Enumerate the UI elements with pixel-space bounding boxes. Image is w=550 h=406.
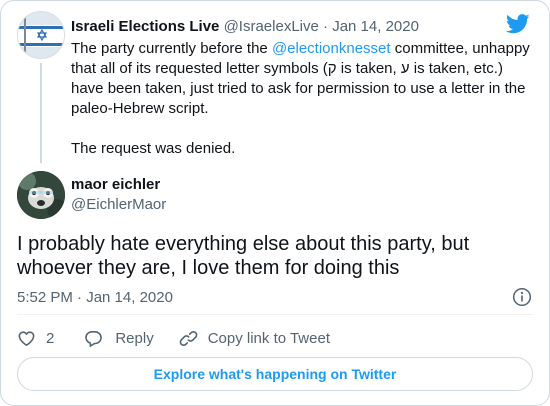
dog-photo-avatar[interactable] bbox=[17, 171, 65, 219]
parent-tweet-text: The party currently before the @election… bbox=[71, 39, 531, 159]
copy-link-label: Copy link to Tweet bbox=[207, 329, 330, 347]
parent-handle[interactable]: @IsraelexLive bbox=[224, 18, 319, 35]
thread-connector-line bbox=[40, 63, 42, 163]
parent-display-name[interactable]: Israeli Elections Live bbox=[71, 18, 219, 35]
reply-button[interactable]: Reply bbox=[84, 329, 154, 348]
author-handle[interactable]: @EichlerMaor bbox=[71, 195, 166, 214]
israeli-flag-avatar[interactable] bbox=[17, 11, 65, 59]
like-button[interactable]: 2 bbox=[17, 329, 54, 348]
tweet-actions: 2 Reply Copy link to Tweet bbox=[17, 327, 330, 349]
parent-tweet-header: Israeli Elections Live @IsraelexLive · J… bbox=[71, 17, 419, 37]
heart-icon bbox=[18, 330, 35, 346]
copy-link-button[interactable]: Copy link to Tweet bbox=[179, 329, 330, 348]
like-count: 2 bbox=[46, 329, 55, 347]
explore-twitter-button[interactable]: Explore what's happening on Twitter bbox=[17, 357, 533, 391]
tweet-text: I probably hate everything else about th… bbox=[17, 233, 470, 279]
parent-text-paragraph-2: The request was denied. bbox=[71, 140, 236, 157]
israel-flag-icon bbox=[18, 12, 64, 58]
link-icon bbox=[179, 330, 198, 346]
divider bbox=[17, 314, 533, 315]
embedded-tweet-card: Israeli Elections Live @IsraelexLive · J… bbox=[0, 0, 550, 406]
author-display-name[interactable]: maor eichler bbox=[71, 175, 160, 194]
reply-bubble-icon bbox=[85, 330, 103, 347]
parent-date[interactable]: Jan 14, 2020 bbox=[332, 18, 419, 35]
info-icon[interactable] bbox=[512, 287, 532, 307]
parent-text-part1: The party currently before the bbox=[71, 40, 272, 57]
twitter-bird-icon[interactable] bbox=[506, 14, 530, 34]
meta-separator: · bbox=[323, 18, 329, 35]
dog-photo-icon bbox=[17, 171, 65, 219]
reply-label: Reply bbox=[115, 329, 154, 347]
mention-link[interactable]: @electionknesset bbox=[272, 40, 391, 57]
tweet-timestamp[interactable]: 5:52 PM · Jan 14, 2020 bbox=[17, 288, 173, 308]
